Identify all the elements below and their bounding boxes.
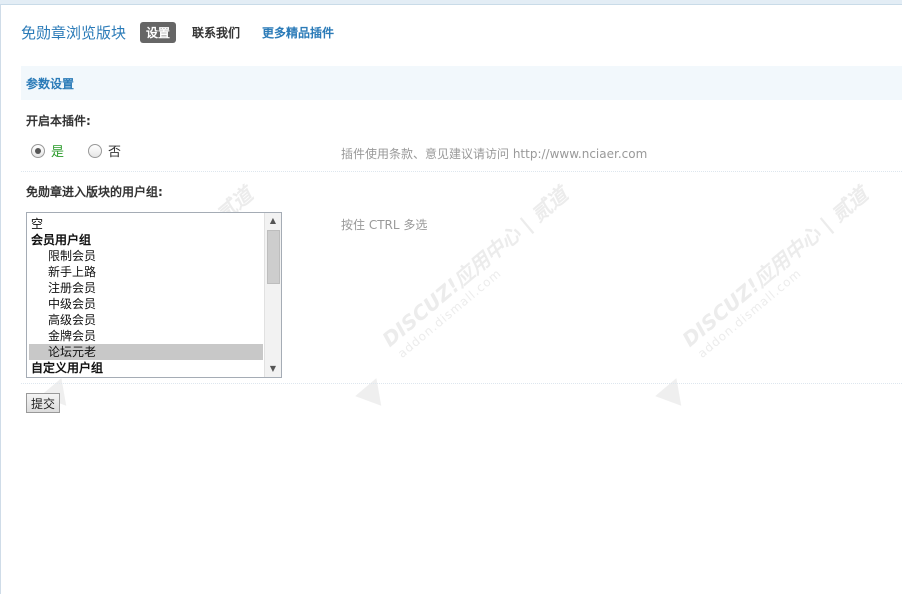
left-border <box>0 4 1 594</box>
submit-button[interactable]: 提交 <box>26 393 60 413</box>
radio-no-label[interactable]: 否 <box>108 141 121 160</box>
tab-more-plugins[interactable]: 更多精品插件 <box>262 22 340 43</box>
option-registered[interactable]: 注册会员 <box>29 280 263 296</box>
watermark-3: DISCUZ!应用中心 | 贰道 addon.dismall.com <box>652 183 875 410</box>
enable-plugin-hint: 插件使用条款、意见建议请访问 http://www.nciaer.com <box>341 147 648 161</box>
option-gold[interactable]: 金牌会员 <box>29 328 263 344</box>
user-groups-options: 空 会员用户组 限制会员 新手上路 注册会员 中级会员 高级会员 金牌会员 论坛… <box>29 216 263 376</box>
tab-settings[interactable]: 设置 <box>140 21 177 43</box>
watermark-url: addon.dismall.com <box>695 265 805 361</box>
section-header: 参数设置 <box>21 66 902 100</box>
watermark-2: DISCUZ!应用中心 | 贰道 addon.dismall.com <box>352 183 575 410</box>
user-groups-hint: 按住 CTRL 多选 <box>341 218 428 232</box>
row-divider <box>21 171 902 172</box>
top-border <box>0 0 902 5</box>
scroll-down-icon[interactable]: ▼ <box>265 361 281 377</box>
enable-plugin-label: 开启本插件: <box>26 114 91 128</box>
option-veteran[interactable]: 论坛元老 <box>29 344 263 360</box>
option-senior[interactable]: 高级会员 <box>29 312 263 328</box>
scroll-thumb[interactable] <box>267 230 280 284</box>
option-newbie[interactable]: 新手上路 <box>29 264 263 280</box>
watermark-text: DISCUZ!应用中心 | 贰道 <box>377 182 573 352</box>
listbox-scrollbar[interactable]: ▲ ▼ <box>264 213 281 377</box>
radio-no[interactable] <box>88 143 103 158</box>
plugin-header: 免勋章浏览版块 设置 联系我们 更多精品插件 <box>21 20 356 44</box>
radio-yes-label[interactable]: 是 <box>51 141 64 160</box>
option-intermediate[interactable]: 中级会员 <box>29 296 263 312</box>
radio-yes[interactable] <box>31 143 45 158</box>
option-restricted[interactable]: 限制会员 <box>29 248 263 264</box>
watermark-url: addon.dismall.com <box>395 265 505 361</box>
user-groups-multiselect[interactable]: 空 会员用户组 限制会员 新手上路 注册会员 中级会员 高级会员 金牌会员 论坛… <box>26 212 282 378</box>
section-title: 参数设置 <box>26 77 75 91</box>
enable-plugin-radio-group: 是 否 <box>31 141 145 160</box>
plugin-title[interactable]: 免勋章浏览版块 <box>21 22 126 43</box>
scroll-up-icon[interactable]: ▲ <box>265 213 281 229</box>
row-divider <box>21 383 902 384</box>
user-groups-label: 免勋章进入版块的用户组: <box>26 185 163 199</box>
tab-contact[interactable]: 联系我们 <box>192 22 246 43</box>
watermark-text: DISCUZ!应用中心 | 贰道 <box>677 182 873 352</box>
optgroup-member: 会员用户组 <box>31 233 92 247</box>
option-empty[interactable]: 空 <box>29 216 263 232</box>
optgroup-custom: 自定义用户组 <box>31 361 104 375</box>
